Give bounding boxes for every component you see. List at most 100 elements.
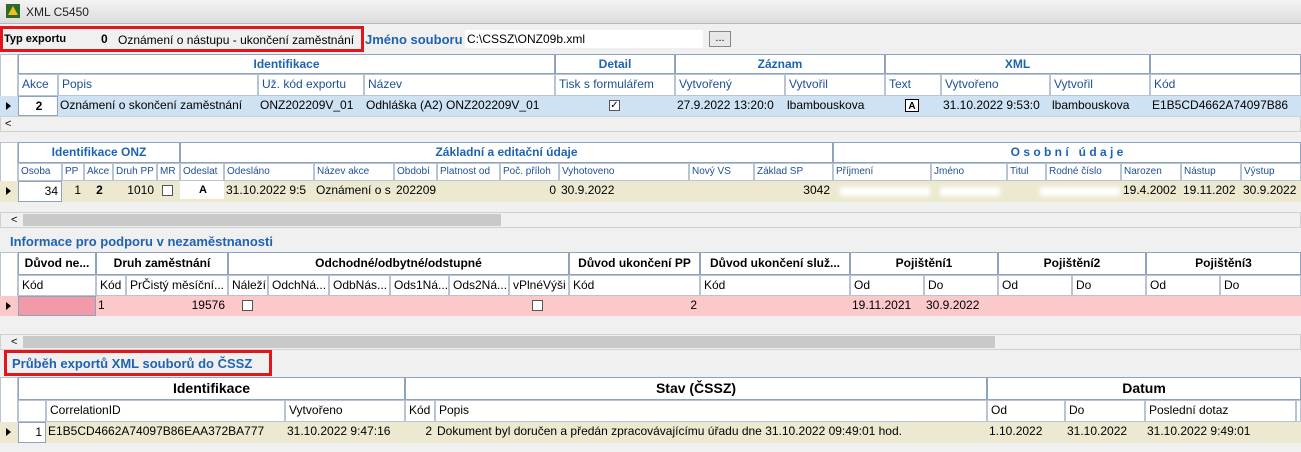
col-odbnas[interactable]: OdbNás... [329, 275, 390, 296]
col-kod-exportu[interactable]: Už. kód exportu [258, 74, 364, 96]
file-name-input[interactable]: C:\CSSZ\ONZ09b.xml [465, 30, 703, 48]
col-nalezi[interactable]: Náleží [228, 275, 268, 296]
table-row[interactable]: 1 E1B5CD4662A74097B86EAA372BA777 31.10.2… [0, 422, 1301, 443]
col-narozen[interactable]: Narozen [1121, 163, 1181, 181]
cell-vytvoreno-xml[interactable]: 31.10.2022 9:47:16 [285, 422, 405, 440]
scroll-left-icon[interactable]: < [5, 117, 11, 131]
vplnevysi-checkbox[interactable] [532, 300, 543, 311]
browse-button[interactable]: ... [709, 31, 731, 47]
col-poj3-do[interactable]: Do [1220, 275, 1301, 296]
cell-datum-od[interactable]: 1.10.2022 [987, 422, 1065, 440]
cell-narozen[interactable]: 19.4.2002 [1121, 181, 1181, 199]
col-druh-pp[interactable]: Druh PP [113, 163, 157, 181]
cell-poc-priloh[interactable]: 0 [500, 181, 559, 199]
cell-akce2[interactable]: 2 [84, 181, 113, 199]
col-akce[interactable]: Akce [18, 74, 58, 96]
col-kod[interactable]: Kód [1150, 74, 1301, 96]
cell-druh-kod[interactable]: 1 [96, 296, 126, 314]
col-zaklad-sp[interactable]: Základ SP [754, 163, 833, 181]
cell-pr-cisty[interactable]: 19576 [126, 296, 228, 314]
col-nazev[interactable]: Název [364, 74, 555, 96]
cell-poj1-do[interactable]: 30.9.2022 [924, 296, 998, 314]
col-poj2-do[interactable]: Do [1072, 275, 1146, 296]
col-vytvoreno[interactable]: Vytvořeno [941, 74, 1050, 96]
typ-exportu-value[interactable]: 0 [101, 32, 108, 46]
scroll-thumb[interactable] [23, 336, 995, 348]
col-mr[interactable]: MR [157, 163, 180, 181]
table-row[interactable]: 34 1 2 1010 A 31.10.2022 9:5 Oznámení o … [0, 181, 1301, 202]
col-text[interactable]: Text [885, 74, 941, 96]
col-jmeno[interactable]: Jméno [931, 163, 1007, 181]
col-akce2[interactable]: Akce [84, 163, 113, 181]
cell-vytvoreny[interactable]: 27.9.2022 13:20:0 [675, 96, 785, 114]
cell-duvod-pp-kod[interactable]: 2 [569, 296, 700, 314]
table-row[interactable]: 2 Oznámení o skončení zaměstnání ONZ2022… [0, 96, 1301, 116]
col-tisk[interactable]: Tisk s formulářem [555, 74, 675, 96]
col-odchna[interactable]: OdchNá... [268, 275, 329, 296]
cell-popis[interactable]: Oznámení o skončení zaměstnání [58, 96, 258, 114]
col-pp[interactable]: PP [62, 163, 84, 181]
col-novy-vs[interactable]: Nový VS [689, 163, 754, 181]
col-vytvoreno-xml[interactable]: Vytvořeno [285, 400, 405, 422]
cell-akce[interactable]: 2 [18, 96, 58, 116]
col-posledni-dotaz[interactable]: Poslední dotaz [1145, 400, 1296, 422]
col-vytvoreny[interactable]: Vytvořený [675, 74, 785, 96]
cell-vyhotoveno[interactable]: 30.9.2022 [559, 181, 689, 199]
cell-correlation[interactable]: E1B5CD4662A74097B86EAA372BA777 [46, 422, 285, 440]
scroll-thumb[interactable] [23, 214, 501, 226]
col-obdobi[interactable]: Období [394, 163, 437, 181]
cell-kod-exportu[interactable]: ONZ202209V_01 [258, 96, 364, 114]
col-duvod-sluz-kod[interactable]: Kód [700, 275, 850, 296]
col-poj1-do[interactable]: Do [924, 275, 998, 296]
col-odeslano[interactable]: Odesláno [224, 163, 314, 181]
col-poj1-od[interactable]: Od [850, 275, 924, 296]
horizontal-scrollbar[interactable]: < [0, 212, 1301, 228]
col-poj3-od[interactable]: Od [1146, 275, 1220, 296]
col-pr-cisty[interactable]: PrČistý měsíční... [126, 275, 228, 296]
col-ods1na[interactable]: Ods1Ná... [390, 275, 449, 296]
col-datum-od[interactable]: Od [987, 400, 1065, 422]
text-doc-icon[interactable]: A [905, 99, 919, 112]
col-nazev-akce[interactable]: Název akce [314, 163, 394, 181]
col-prijmeni[interactable]: Příjmení [833, 163, 931, 181]
cell-osoba[interactable]: 34 [18, 181, 62, 202]
col-rodne-cislo[interactable]: Rodné číslo [1046, 163, 1121, 181]
col-titul[interactable]: Titul [1007, 163, 1046, 181]
cell-zaklad-sp[interactable]: 3042 [754, 181, 833, 199]
cell-poj1-od[interactable]: 19.11.2021 [850, 296, 924, 314]
nalezi-checkbox[interactable] [242, 300, 253, 311]
cell-vystup[interactable]: 30.9.2022 [1241, 181, 1301, 199]
col-odeslat[interactable]: Odeslat [180, 163, 224, 181]
cell-datum-do[interactable]: 31.10.2022 [1065, 422, 1145, 440]
col-poc-priloh[interactable]: Poč. příloh [500, 163, 559, 181]
col-datum-do[interactable]: Do [1065, 400, 1145, 422]
tisk-checkbox[interactable]: ✓ [609, 100, 620, 111]
col-popis[interactable]: Popis [58, 74, 258, 96]
col-vyhotoveno[interactable]: Vyhotoveno [559, 163, 689, 181]
cell-nazev-akce[interactable]: Oznámení o s [314, 181, 394, 199]
col-nastup[interactable]: Nástup [1181, 163, 1241, 181]
col-vplnevysi[interactable]: vPlnéVýši [509, 275, 569, 296]
table-row[interactable]: 1 19576 2 19.11.2021 30.9.2022 [0, 296, 1301, 316]
cell-odeslano[interactable]: 31.10.2022 9:5 [224, 181, 314, 199]
col-correlation[interactable]: CorrelationID [46, 400, 285, 422]
col-poj2-od[interactable]: Od [998, 275, 1072, 296]
col-stav-kod[interactable]: Kód [405, 400, 435, 422]
scroll-left-icon[interactable]: < [11, 213, 17, 227]
horizontal-scrollbar[interactable]: < [0, 116, 1301, 132]
col-stav-popis[interactable]: Popis [435, 400, 987, 422]
cell-vytvoril[interactable]: lbambouskova [785, 96, 885, 114]
cell-duvod-kod[interactable] [18, 296, 96, 316]
col-vytvoril[interactable]: Vytvořil [785, 74, 885, 96]
cell-kod[interactable]: E1B5CD4662A74097B86 [1150, 96, 1301, 114]
horizontal-scrollbar[interactable]: < [0, 334, 1301, 350]
cell-druh-pp[interactable]: 1010 [113, 181, 157, 199]
col-vystup[interactable]: Výstup [1241, 163, 1301, 181]
cell-nastup[interactable]: 19.11.202 [1181, 181, 1241, 199]
cell-stav-kod[interactable]: 2 [405, 422, 435, 440]
cell-odeslat[interactable]: A [180, 181, 224, 199]
cell-row-number[interactable]: 1 [18, 422, 46, 443]
cell-obdobi[interactable]: 202209 [394, 181, 437, 199]
scroll-left-icon[interactable]: < [11, 335, 17, 349]
cell-vytvoreno[interactable]: 31.10.2022 9:53:0 [941, 96, 1050, 114]
